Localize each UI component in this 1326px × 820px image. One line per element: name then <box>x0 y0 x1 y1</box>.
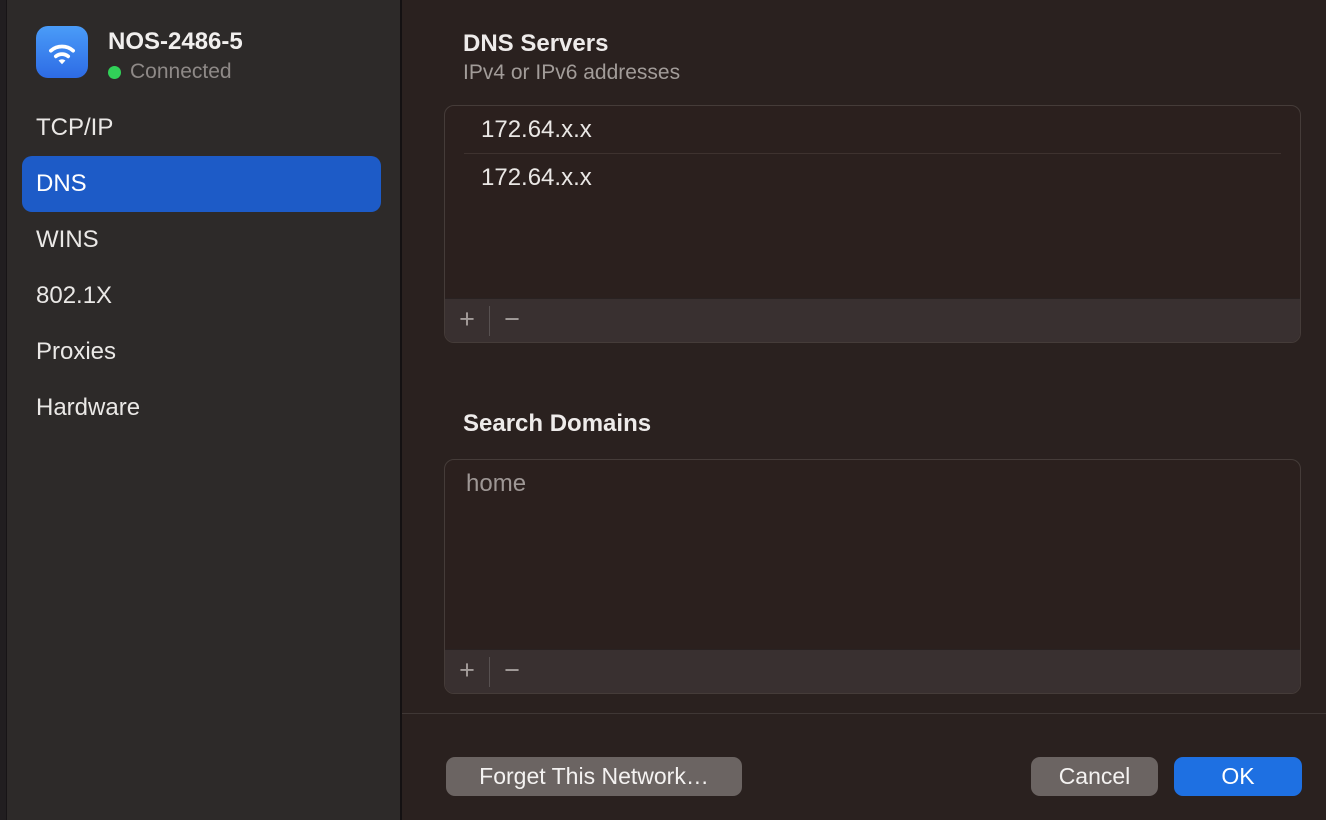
connection-status: Connected <box>108 60 232 84</box>
status-dot-icon <box>108 66 121 79</box>
sidebar-item-label: WINS <box>36 226 99 254</box>
dns-servers-list: 172.64.x.x 172.64.x.x + − <box>444 105 1301 343</box>
sidebar: NOS-2486-5 Connected TCP/IP DNS WINS 802… <box>0 0 400 820</box>
sidebar-item-wins[interactable]: WINS <box>22 212 381 268</box>
sidebar-item-dns[interactable]: DNS <box>22 156 381 212</box>
sidebar-item-hardware[interactable]: Hardware <box>22 380 381 436</box>
ok-button[interactable]: OK <box>1174 757 1302 796</box>
network-name: NOS-2486-5 <box>108 28 243 56</box>
dns-servers-title: DNS Servers <box>463 30 608 58</box>
dns-server-row[interactable]: 172.64.x.x <box>445 106 1300 154</box>
sidebar-item-label: Proxies <box>36 338 116 366</box>
dns-servers-subtitle: IPv4 or IPv6 addresses <box>463 61 680 85</box>
sidebar-item-proxies[interactable]: Proxies <box>22 324 381 380</box>
search-domain-value: home <box>466 470 526 498</box>
sidebar-item-label: Hardware <box>36 394 140 422</box>
sidebar-item-label: 802.1X <box>36 282 112 310</box>
cancel-button[interactable]: Cancel <box>1031 757 1158 796</box>
add-search-domain-button[interactable]: + <box>445 650 489 694</box>
dns-servers-toolbar: + − <box>445 298 1300 342</box>
bottom-bar-divider <box>402 713 1326 714</box>
remove-dns-server-button[interactable]: − <box>490 299 534 343</box>
status-label: Connected <box>130 60 232 84</box>
remove-search-domain-button[interactable]: − <box>490 650 534 694</box>
search-domain-row[interactable]: home <box>445 460 1300 508</box>
wifi-icon <box>36 26 88 78</box>
add-dns-server-button[interactable]: + <box>445 299 489 343</box>
search-domains-list: home + − <box>444 459 1301 694</box>
forget-network-button[interactable]: Forget This Network… <box>446 757 742 796</box>
sidebar-item-label: DNS <box>36 170 87 198</box>
dns-server-value: 172.64.x.x <box>481 116 592 144</box>
sidebar-item-label: TCP/IP <box>36 114 113 142</box>
dns-server-row[interactable]: 172.64.x.x <box>445 154 1300 202</box>
sidebar-item-8021x[interactable]: 802.1X <box>22 268 381 324</box>
sidebar-item-tcpip[interactable]: TCP/IP <box>22 100 381 156</box>
search-domains-toolbar: + − <box>445 649 1300 693</box>
dns-server-value: 172.64.x.x <box>481 164 592 192</box>
search-domains-title: Search Domains <box>463 410 651 438</box>
network-details-sheet: NOS-2486-5 Connected TCP/IP DNS WINS 802… <box>0 0 1326 820</box>
sidebar-panel-divider <box>400 0 402 820</box>
sidebar-menu: TCP/IP DNS WINS 802.1X Proxies Hardware <box>0 100 400 436</box>
